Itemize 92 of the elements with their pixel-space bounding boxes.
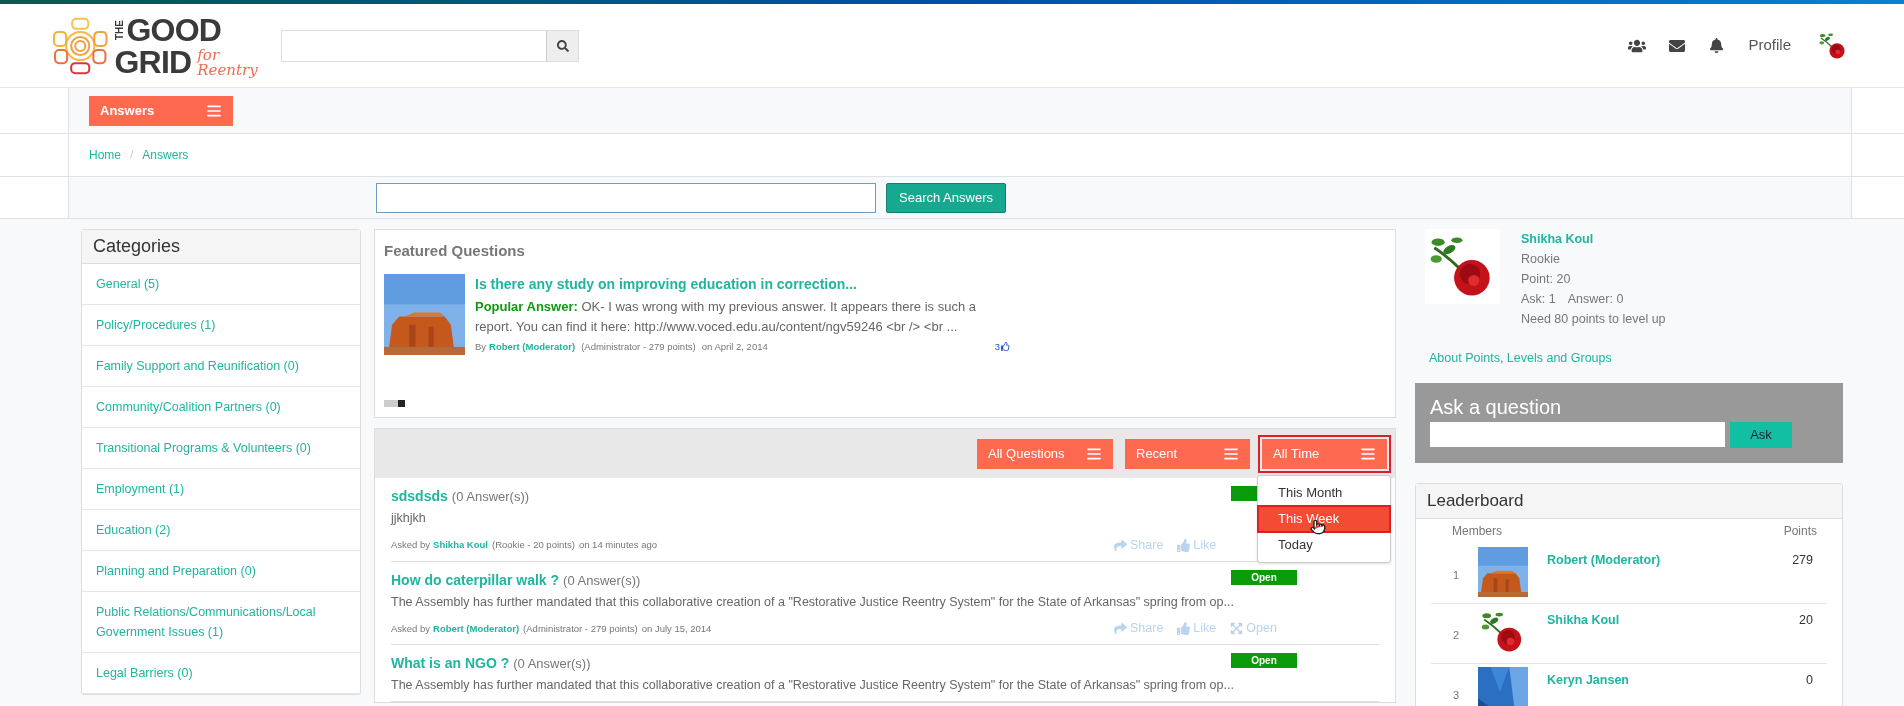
category-link[interactable]: Legal Barriers (0) [82, 653, 360, 694]
member-points: 279 [1792, 551, 1813, 569]
thumbs-up-icon [1177, 622, 1191, 636]
logo-text: THE [114, 18, 127, 42]
profile-link[interactable]: Profile [1748, 34, 1791, 57]
ask-title: Ask a question [1430, 395, 1563, 418]
category-link[interactable]: Transitional Programs & Volunteers (0) [82, 428, 360, 469]
thumbs-up-icon [1001, 342, 1010, 352]
answer-count: (0 Answer(s)) [451, 488, 530, 506]
featured-question-link[interactable]: Is there any study on improving education in correction... [475, 273, 1055, 295]
rank-number: 2 [1452, 627, 1461, 643]
leaderboard-title: Leaderboard [1416, 483, 1842, 519]
post-date: on April 2, 2014 [701, 339, 768, 354]
category-link[interactable]: Public Relations/Communications/Local Government Issues (1) [82, 592, 360, 653]
author-link[interactable]: Robert (Moderator) [433, 621, 520, 636]
share-icon [1114, 622, 1127, 636]
breadcrumb-link[interactable]: Answers [142, 146, 189, 164]
expand-icon [1230, 622, 1244, 636]
question-input-field[interactable] [1430, 422, 1725, 448]
question-description: The Assembly has further mandated that this collaborative creation of a "Restorative Justice Reentry System" for the State of Arkansas" spring from op... [391, 677, 1234, 694]
filter-button[interactable]: Recent [1125, 438, 1250, 469]
share-icon [1114, 538, 1127, 552]
like-action[interactable]: Like [1177, 619, 1217, 638]
site-search-field[interactable] [281, 29, 579, 62]
answer-search-field[interactable] [376, 182, 876, 213]
member-points: 20 [1799, 611, 1813, 629]
profile-level: Rookie [1521, 251, 1561, 268]
answers-menu-button[interactable]: Answers [89, 95, 233, 126]
logo-tagline: for Reentry [197, 47, 259, 78]
member-link[interactable]: Shikha Koul [1547, 610, 1620, 663]
mail-icon[interactable] [1669, 37, 1686, 54]
column-header: Points [1783, 523, 1817, 541]
column-header: Members [1452, 523, 1502, 541]
author-role: (Rookie - 20 points) [492, 538, 575, 552]
about-points-link[interactable]: About Points, Levels and Groups [1429, 349, 1850, 368]
question-link[interactable]: What is an NGO ? [391, 653, 510, 674]
answer-total: Answer: 0 [1567, 291, 1624, 308]
author-link[interactable]: Shikha Koul [433, 538, 488, 553]
status-badge: Open [1231, 653, 1297, 668]
filter-button[interactable]: All Questions [977, 438, 1113, 469]
open-action[interactable]: Open [1230, 619, 1277, 638]
profile-points: Point: 20 [1521, 271, 1572, 288]
post-date: on July 15, 2014 [641, 621, 712, 636]
category-link[interactable]: Employment (1) [82, 469, 360, 510]
ask-count: Ask: 1 [1521, 291, 1556, 308]
logo-text: GRID [114, 45, 192, 78]
member-link[interactable]: Keryn Jansen [1547, 670, 1629, 706]
thumbs-up-icon [1177, 538, 1191, 552]
popular-answer: Popular Answer: OK- I was wrong with my previous answer. It appears there is such a report. You can find it here: http://www.voced.edu.au/content/ngv59246 <br /> <br ... [475, 297, 977, 336]
byline-text: By [475, 339, 487, 354]
like-action[interactable]: Like [1177, 535, 1217, 555]
profile-name-link[interactable]: Shikha Koul [1521, 229, 1666, 249]
breadcrumb-link[interactable]: Home [89, 146, 121, 164]
categories-title: Categories [82, 230, 360, 264]
question-link[interactable]: sdsdsds [391, 486, 448, 507]
category-link[interactable]: Family Support and Reunification (0) [82, 346, 360, 387]
author-role: (Administrator - 279 points) [523, 621, 638, 636]
breadcrumb-separator: / [130, 147, 134, 164]
status-badge: Open [1231, 569, 1297, 585]
category-link[interactable]: Education (2) [82, 510, 360, 551]
answer-count: (0 Answer(s)) [563, 571, 641, 590]
search-answers-button[interactable]: Search Answers [886, 182, 1006, 213]
byline-text: Asked by [391, 621, 431, 636]
search-icon [556, 39, 569, 52]
search-button[interactable] [546, 30, 578, 61]
rank-number: 1 [1452, 567, 1461, 583]
question-description: The Assembly has further mandated that this collaborative creation of a "Restorative Justice Reentry System" for the State of Arkansas" spring from op... [391, 593, 1234, 611]
like-count[interactable]: 3 [994, 339, 1010, 354]
featured-title: Featured Questions [384, 241, 526, 261]
category-link[interactable]: Community/Coalition Partners (0) [82, 387, 360, 428]
bell-icon[interactable] [1709, 38, 1725, 53]
level-up-note: Need 80 points to level up [1521, 311, 1666, 328]
ask-button[interactable]: Ask [1730, 421, 1792, 448]
member-points: 0 [1806, 671, 1813, 689]
category-link[interactable]: Policy/Procedures (1) [82, 305, 360, 346]
logo-text: GOOD [126, 13, 222, 46]
member-link[interactable]: Robert (Moderator) [1547, 550, 1661, 603]
share-action[interactable]: Share [1114, 535, 1164, 555]
category-link[interactable]: Planning and Preparation (0) [82, 551, 360, 592]
menu-item[interactable]: This Month [1258, 479, 1390, 506]
category-link[interactable]: General (5) [82, 264, 360, 305]
byline-text: Asked by [391, 538, 431, 552]
post-date: on 14 minutes ago [578, 538, 658, 552]
menu-item[interactable]: Today [1258, 531, 1390, 558]
rank-number: 3 [1452, 687, 1461, 703]
author-link[interactable]: Robert (Moderator) [489, 339, 576, 354]
question-link[interactable]: How do caterpillar walk ? [391, 569, 560, 591]
question-description: jjkhjkh [391, 510, 426, 527]
filter-button[interactable]: All Time [1262, 438, 1387, 469]
author-role: (Administrator - 279 points) [581, 339, 696, 354]
share-action[interactable]: Share [1114, 619, 1164, 638]
answer-count: (0 Answer(s)) [513, 655, 591, 673]
